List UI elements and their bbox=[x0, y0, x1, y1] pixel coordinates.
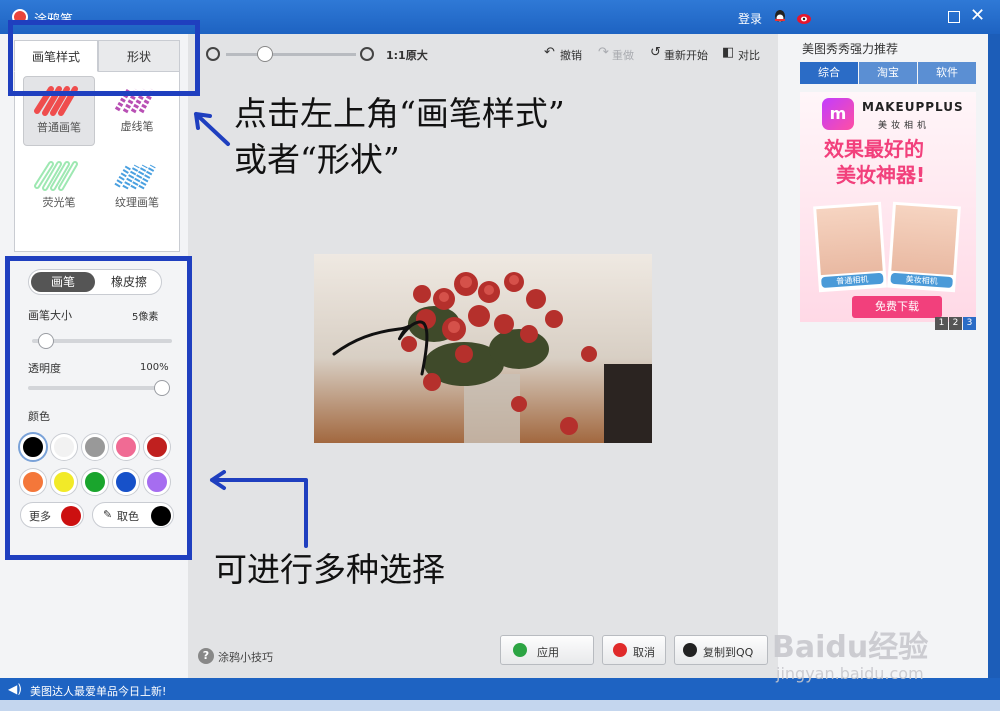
ad-slogan-line-1: 效果最好的 bbox=[824, 137, 924, 161]
annotation-text-line-2: 或者“形状” bbox=[234, 140, 400, 179]
zoom-knob[interactable] bbox=[256, 46, 273, 62]
ad-slogan-line-2: 美妆神器! bbox=[836, 163, 926, 187]
face-image bbox=[891, 204, 958, 276]
compare-button[interactable]: 对比 bbox=[738, 47, 760, 63]
zoom-out-icon[interactable] bbox=[206, 47, 220, 61]
close-button[interactable]: ✕ bbox=[970, 7, 985, 25]
brush-texture-label: 纹理画笔 bbox=[115, 196, 159, 209]
login-link[interactable]: 登录 bbox=[738, 10, 762, 27]
ad-page-2[interactable]: 2 bbox=[949, 317, 962, 330]
restart-button[interactable]: 重新开始 bbox=[664, 47, 708, 63]
qq-icon[interactable] bbox=[772, 9, 788, 25]
ad-page-1[interactable]: 1 bbox=[935, 317, 948, 330]
highlighter-brush-icon bbox=[34, 161, 78, 191]
ad-photo-right: 美妆相机 bbox=[887, 201, 961, 293]
annotation-box-options bbox=[5, 256, 192, 560]
help-icon[interactable]: ? bbox=[198, 648, 214, 664]
annotation-box-tabs bbox=[8, 20, 200, 96]
tips-link[interactable]: 涂鸦小技巧 bbox=[218, 649, 273, 665]
restart-icon: ↺ bbox=[650, 45, 661, 60]
baidu-watermark-url: jingyan.baidu.com bbox=[776, 664, 924, 683]
annotation-arrow-bottom bbox=[210, 470, 308, 548]
apply-button[interactable]: 应用 bbox=[500, 635, 594, 665]
undo-button[interactable]: 撤销 bbox=[560, 47, 582, 63]
ad-slogan: 效果最好的 美妆神器! bbox=[824, 136, 925, 188]
status-news-link[interactable]: 美图达人最爱单品今日上新! bbox=[30, 683, 166, 699]
qq-penguin-icon bbox=[683, 643, 697, 657]
brush-normal-label: 普通画笔 bbox=[37, 121, 81, 134]
weibo-icon[interactable] bbox=[796, 9, 814, 25]
check-icon bbox=[513, 643, 527, 657]
apply-label: 应用 bbox=[537, 646, 559, 659]
copy-to-qq-button[interactable]: 复制到QQ bbox=[674, 635, 768, 665]
redo-button[interactable]: 重做 bbox=[612, 47, 634, 63]
canvas-photo[interactable] bbox=[314, 254, 652, 443]
ad-banner[interactable]: m MAKEUPPLUS 美妆相机 效果最好的 美妆神器! 普通相机 美妆相机 … bbox=[800, 92, 976, 322]
brush-texture[interactable]: 纹理画笔 bbox=[101, 152, 173, 222]
recommend-title: 美图秀秀强力推荐 bbox=[802, 42, 899, 56]
annotation-text-bottom: 可进行多种选择 bbox=[214, 550, 445, 589]
maximize-button[interactable] bbox=[948, 11, 960, 23]
cancel-icon bbox=[613, 643, 627, 657]
redo-icon: ↷ bbox=[598, 45, 609, 60]
cancel-button[interactable]: 取消 bbox=[602, 635, 666, 665]
ad-page-3[interactable]: 3 bbox=[963, 317, 976, 330]
zoom-slider[interactable] bbox=[226, 53, 356, 56]
texture-brush-icon bbox=[114, 164, 156, 190]
copy-to-qq-label: 复制到QQ bbox=[703, 646, 754, 659]
ad-photo-left: 普通相机 bbox=[813, 201, 887, 293]
annotation-text-line-1: 点击左上角“画笔样式” bbox=[234, 94, 565, 133]
zoom-in-icon[interactable] bbox=[360, 47, 374, 61]
tab-taobao[interactable]: 淘宝 bbox=[859, 62, 917, 84]
tab-software[interactable]: 软件 bbox=[918, 62, 976, 84]
ad-photo-left-caption: 普通相机 bbox=[821, 272, 884, 289]
ad-photo-right-caption: 美妆相机 bbox=[890, 272, 953, 289]
brush-dashed-label: 虚线笔 bbox=[120, 120, 154, 133]
bottom-strip bbox=[0, 700, 1000, 711]
actual-size-button[interactable]: 1:1原大 bbox=[386, 47, 428, 63]
speaker-icon: ◀) bbox=[8, 682, 22, 696]
annotation-arrow-top bbox=[194, 112, 230, 146]
makeupplus-logo: m bbox=[822, 98, 854, 130]
tab-general[interactable]: 综合 bbox=[800, 62, 858, 84]
undo-icon: ↶ bbox=[544, 45, 555, 60]
ad-brand-cn: 美妆相机 bbox=[878, 121, 931, 131]
brush-highlighter-label: 荧光笔 bbox=[42, 196, 76, 209]
recommend-tabs: 综合 淘宝 软件 bbox=[800, 62, 976, 84]
ad-brand: MAKEUPPLUS bbox=[862, 100, 964, 114]
ad-pagination: 123 bbox=[934, 314, 976, 330]
right-panel: 美图秀秀强力推荐 综合 淘宝 软件 m MAKEUPPLUS 美妆相机 效果最好… bbox=[778, 34, 988, 678]
cancel-label: 取消 bbox=[633, 646, 655, 659]
face-image bbox=[816, 204, 883, 276]
brush-highlighter[interactable]: 荧光笔 bbox=[23, 152, 95, 222]
ad-download-button[interactable]: 免费下载 bbox=[852, 296, 942, 318]
brush-grid: 普通画笔 虚线笔 荧光笔 纹理画笔 bbox=[14, 72, 180, 252]
compare-icon: ◧ bbox=[722, 45, 735, 60]
canvas-toolbar: 1:1原大 ↶ 撤销 ↷ 重做 ↺ 重新开始 ◧ 对比 bbox=[188, 34, 778, 72]
baidu-watermark: Baidu经验 bbox=[772, 630, 929, 665]
